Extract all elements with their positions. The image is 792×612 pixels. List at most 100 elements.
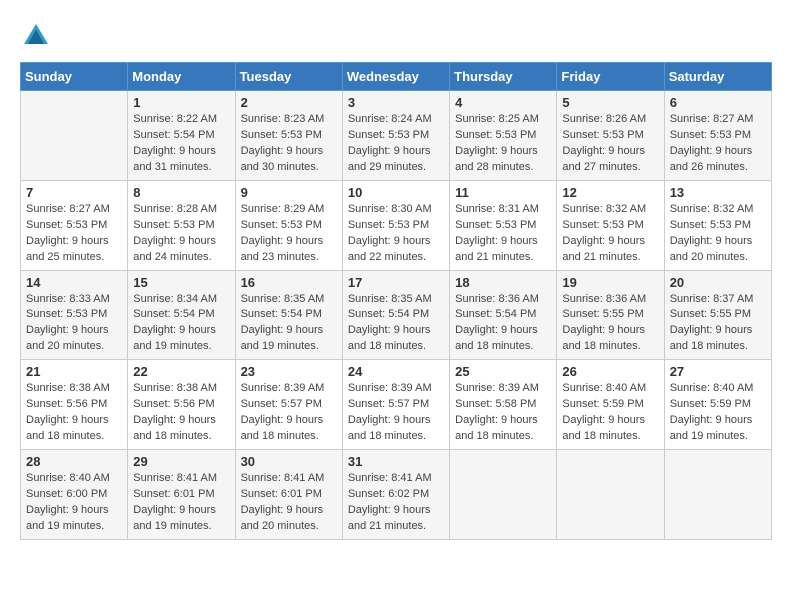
day-number: 9 xyxy=(241,185,337,200)
weekday-header: Thursday xyxy=(450,63,557,91)
day-info: Sunrise: 8:25 AM Sunset: 5:53 PM Dayligh… xyxy=(455,112,551,176)
calendar-day-cell: 14 Sunrise: 8:33 AM Sunset: 5:53 PM Dayli… xyxy=(21,270,128,360)
calendar-day-cell: 21 Sunrise: 8:38 AM Sunset: 5:56 PM Dayli… xyxy=(21,360,128,450)
calendar-day-cell: 20 Sunrise: 8:37 AM Sunset: 5:55 PM Dayli… xyxy=(664,270,771,360)
calendar-day-cell: 2 Sunrise: 8:23 AM Sunset: 5:53 PM Daylig… xyxy=(235,91,342,181)
day-info: Sunrise: 8:27 AM Sunset: 5:53 PM Dayligh… xyxy=(26,202,122,266)
weekday-header: Wednesday xyxy=(342,63,449,91)
day-number: 7 xyxy=(26,185,122,200)
calendar-week-row: 28 Sunrise: 8:40 AM Sunset: 6:00 PM Dayli… xyxy=(21,450,772,540)
weekday-header: Sunday xyxy=(21,63,128,91)
calendar-day-cell: 12Sunrise: 8:32 AM Sunset: 5:53 PM Dayli… xyxy=(557,180,664,270)
day-info: Sunrise: 8:40 AM Sunset: 5:59 PM Dayligh… xyxy=(562,381,658,445)
day-number: 23 xyxy=(241,364,337,379)
day-number: 11 xyxy=(455,185,551,200)
day-number: 28 xyxy=(26,454,122,469)
logo xyxy=(20,20,56,52)
calendar-day-cell: 16Sunrise: 8:35 AM Sunset: 5:54 PM Dayli… xyxy=(235,270,342,360)
day-number: 14 xyxy=(26,275,122,290)
day-number: 2 xyxy=(241,95,337,110)
day-number: 31 xyxy=(348,454,444,469)
day-info: Sunrise: 8:38 AM Sunset: 5:56 PM Dayligh… xyxy=(133,381,229,445)
calendar-day-cell: 24 Sunrise: 8:39 AM Sunset: 5:57 PM Dayli… xyxy=(342,360,449,450)
day-number: 13 xyxy=(670,185,766,200)
day-info: Sunrise: 8:26 AM Sunset: 5:53 PM Dayligh… xyxy=(562,112,658,176)
calendar-day-cell: 9 Sunrise: 8:29 AM Sunset: 5:53 PM Daylig… xyxy=(235,180,342,270)
day-number: 6 xyxy=(670,95,766,110)
day-info: Sunrise: 8:22 AM Sunset: 5:54 PM Dayligh… xyxy=(133,112,229,176)
day-number: 18 xyxy=(455,275,551,290)
calendar-table: SundayMondayTuesdayWednesdayThursdayFrid… xyxy=(20,62,772,540)
day-number: 25 xyxy=(455,364,551,379)
day-info: Sunrise: 8:39 AM Sunset: 5:58 PM Dayligh… xyxy=(455,381,551,445)
day-info: Sunrise: 8:41 AM Sunset: 6:01 PM Dayligh… xyxy=(133,471,229,535)
calendar-day-cell: 31 Sunrise: 8:41 AM Sunset: 6:02 PM Dayli… xyxy=(342,450,449,540)
day-info: Sunrise: 8:33 AM Sunset: 5:53 PM Dayligh… xyxy=(26,292,122,356)
logo-icon xyxy=(20,20,52,52)
day-number: 16 xyxy=(241,275,337,290)
calendar-day-cell xyxy=(450,450,557,540)
day-info: Sunrise: 8:29 AM Sunset: 5:53 PM Dayligh… xyxy=(241,202,337,266)
calendar-day-cell: 30 Sunrise: 8:41 AM Sunset: 6:01 PM Dayli… xyxy=(235,450,342,540)
calendar-day-cell xyxy=(664,450,771,540)
day-info: Sunrise: 8:35 AM Sunset: 5:54 PM Dayligh… xyxy=(348,292,444,356)
calendar-week-row: 1 Sunrise: 8:22 AM Sunset: 5:54 PM Daylig… xyxy=(21,91,772,181)
day-number: 30 xyxy=(241,454,337,469)
calendar-day-cell: 13 Sunrise: 8:32 AM Sunset: 5:53 PM Dayli… xyxy=(664,180,771,270)
calendar-day-cell: 15 Sunrise: 8:34 AM Sunset: 5:54 PM Dayli… xyxy=(128,270,235,360)
day-info: Sunrise: 8:23 AM Sunset: 5:53 PM Dayligh… xyxy=(241,112,337,176)
calendar-day-cell: 6 Sunrise: 8:27 AM Sunset: 5:53 PM Daylig… xyxy=(664,91,771,181)
day-number: 24 xyxy=(348,364,444,379)
calendar-day-cell: 25 Sunrise: 8:39 AM Sunset: 5:58 PM Dayli… xyxy=(450,360,557,450)
day-number: 26 xyxy=(562,364,658,379)
calendar-day-cell: 8 Sunrise: 8:28 AM Sunset: 5:53 PM Daylig… xyxy=(128,180,235,270)
day-number: 10 xyxy=(348,185,444,200)
day-info: Sunrise: 8:32 AM Sunset: 5:53 PM Dayligh… xyxy=(562,202,658,266)
calendar-day-cell: 22 Sunrise: 8:38 AM Sunset: 5:56 PM Dayli… xyxy=(128,360,235,450)
calendar-day-cell xyxy=(21,91,128,181)
day-info: Sunrise: 8:36 AM Sunset: 5:54 PM Dayligh… xyxy=(455,292,551,356)
day-info: Sunrise: 8:41 AM Sunset: 6:01 PM Dayligh… xyxy=(241,471,337,535)
day-info: Sunrise: 8:41 AM Sunset: 6:02 PM Dayligh… xyxy=(348,471,444,535)
day-number: 3 xyxy=(348,95,444,110)
day-number: 21 xyxy=(26,364,122,379)
day-number: 15 xyxy=(133,275,229,290)
day-info: Sunrise: 8:32 AM Sunset: 5:53 PM Dayligh… xyxy=(670,202,766,266)
day-number: 27 xyxy=(670,364,766,379)
day-info: Sunrise: 8:28 AM Sunset: 5:53 PM Dayligh… xyxy=(133,202,229,266)
day-info: Sunrise: 8:27 AM Sunset: 5:53 PM Dayligh… xyxy=(670,112,766,176)
day-info: Sunrise: 8:39 AM Sunset: 5:57 PM Dayligh… xyxy=(348,381,444,445)
calendar-day-cell: 18 Sunrise: 8:36 AM Sunset: 5:54 PM Dayli… xyxy=(450,270,557,360)
calendar-week-row: 7 Sunrise: 8:27 AM Sunset: 5:53 PM Daylig… xyxy=(21,180,772,270)
calendar-day-cell: 4 Sunrise: 8:25 AM Sunset: 5:53 PM Daylig… xyxy=(450,91,557,181)
calendar-day-cell: 23 Sunrise: 8:39 AM Sunset: 5:57 PM Dayli… xyxy=(235,360,342,450)
calendar-day-cell: 17 Sunrise: 8:35 AM Sunset: 5:54 PM Dayli… xyxy=(342,270,449,360)
day-number: 20 xyxy=(670,275,766,290)
calendar-day-cell: 5Sunrise: 8:26 AM Sunset: 5:53 PM Daylig… xyxy=(557,91,664,181)
calendar-day-cell: 7 Sunrise: 8:27 AM Sunset: 5:53 PM Daylig… xyxy=(21,180,128,270)
day-number: 1 xyxy=(133,95,229,110)
day-info: Sunrise: 8:31 AM Sunset: 5:53 PM Dayligh… xyxy=(455,202,551,266)
weekday-header-row: SundayMondayTuesdayWednesdayThursdayFrid… xyxy=(21,63,772,91)
calendar-day-cell: 10Sunrise: 8:30 AM Sunset: 5:53 PM Dayli… xyxy=(342,180,449,270)
day-info: Sunrise: 8:36 AM Sunset: 5:55 PM Dayligh… xyxy=(562,292,658,356)
calendar-day-cell: 29 Sunrise: 8:41 AM Sunset: 6:01 PM Dayli… xyxy=(128,450,235,540)
day-info: Sunrise: 8:40 AM Sunset: 6:00 PM Dayligh… xyxy=(26,471,122,535)
day-info: Sunrise: 8:40 AM Sunset: 5:59 PM Dayligh… xyxy=(670,381,766,445)
page-header xyxy=(20,20,772,52)
day-number: 4 xyxy=(455,95,551,110)
day-info: Sunrise: 8:39 AM Sunset: 5:57 PM Dayligh… xyxy=(241,381,337,445)
day-info: Sunrise: 8:38 AM Sunset: 5:56 PM Dayligh… xyxy=(26,381,122,445)
day-number: 22 xyxy=(133,364,229,379)
calendar-day-cell: 3Sunrise: 8:24 AM Sunset: 5:53 PM Daylig… xyxy=(342,91,449,181)
day-number: 8 xyxy=(133,185,229,200)
day-number: 19 xyxy=(562,275,658,290)
day-number: 17 xyxy=(348,275,444,290)
day-info: Sunrise: 8:34 AM Sunset: 5:54 PM Dayligh… xyxy=(133,292,229,356)
day-number: 29 xyxy=(133,454,229,469)
weekday-header: Saturday xyxy=(664,63,771,91)
day-info: Sunrise: 8:37 AM Sunset: 5:55 PM Dayligh… xyxy=(670,292,766,356)
calendar-day-cell xyxy=(557,450,664,540)
calendar-week-row: 14 Sunrise: 8:33 AM Sunset: 5:53 PM Dayli… xyxy=(21,270,772,360)
calendar-day-cell: 11 Sunrise: 8:31 AM Sunset: 5:53 PM Dayli… xyxy=(450,180,557,270)
